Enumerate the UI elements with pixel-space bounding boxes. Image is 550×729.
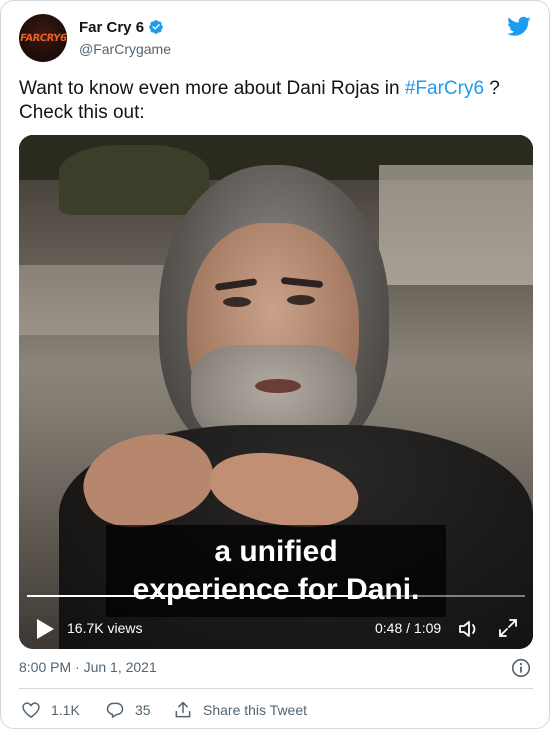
heart-icon: [22, 702, 40, 718]
video-frame-detail: [19, 265, 179, 335]
verified-badge-icon: [149, 20, 163, 34]
tweet-actions: 1.1K 35 Share this Tweet: [19, 699, 533, 723]
video-time: 0:48 / 1:09: [375, 620, 442, 636]
caption-line: experience for Dani.: [132, 573, 420, 606]
like-count: 1.1K: [51, 702, 80, 718]
video-frame-detail: [379, 165, 533, 285]
hashtag-link[interactable]: #FarCry6: [405, 78, 484, 99]
share-icon: [175, 701, 191, 718]
account-handle[interactable]: @FarCrygame: [79, 41, 171, 57]
video-progress-bar[interactable]: [27, 595, 525, 597]
reply-bubble-icon: [106, 702, 124, 718]
video-view-count: 16.7K views: [67, 620, 143, 636]
author-names: Far Cry 6 @FarCrygame: [79, 17, 171, 58]
display-name-row: Far Cry 6: [79, 17, 171, 37]
info-icon[interactable]: [511, 658, 531, 678]
avatar[interactable]: FARCRY6: [19, 14, 67, 62]
tweet-timestamp[interactable]: 8:00 PM · Jun 1, 2021: [19, 659, 157, 675]
video-frame-person: [255, 379, 301, 393]
divider: [19, 688, 533, 689]
tweet-text: Want to know even more about Dani Rojas …: [19, 77, 533, 125]
video-frame-person: [223, 297, 251, 307]
video-controls: 16.7K views 0:48 / 1:09: [19, 609, 533, 649]
twitter-bird-icon[interactable]: [507, 14, 531, 38]
fullscreen-icon[interactable]: [497, 617, 519, 639]
display-name[interactable]: Far Cry 6: [79, 19, 144, 36]
reply-button[interactable]: 35: [105, 699, 151, 721]
video-frame-person: [287, 295, 315, 305]
volume-muted-icon[interactable]: [457, 617, 481, 641]
video-caption: a unified experience for Dani.: [106, 525, 446, 617]
tweet-text-part: Want to know even more about Dani Rojas …: [19, 78, 405, 99]
video-progress-fill: [27, 595, 376, 597]
like-button[interactable]: 1.1K: [21, 699, 80, 721]
video-frame-detail: [59, 145, 209, 215]
play-icon[interactable]: [35, 618, 55, 640]
share-label: Share this Tweet: [203, 702, 308, 718]
caption-line: a unified: [214, 535, 338, 568]
video-player[interactable]: a unified experience for Dani. 16.7K vie…: [19, 135, 533, 649]
tweet-meta: 8:00 PM · Jun 1, 2021: [19, 658, 533, 679]
tweet-header: FARCRY6 Far Cry 6 @FarCrygame: [19, 14, 531, 66]
avatar-logo-text: FARCRY6: [19, 32, 67, 44]
share-button[interactable]: Share this Tweet: [173, 699, 307, 721]
reply-count: 35: [135, 702, 151, 718]
tweet-card: FARCRY6 Far Cry 6 @FarCrygame Want to kn…: [0, 0, 550, 729]
